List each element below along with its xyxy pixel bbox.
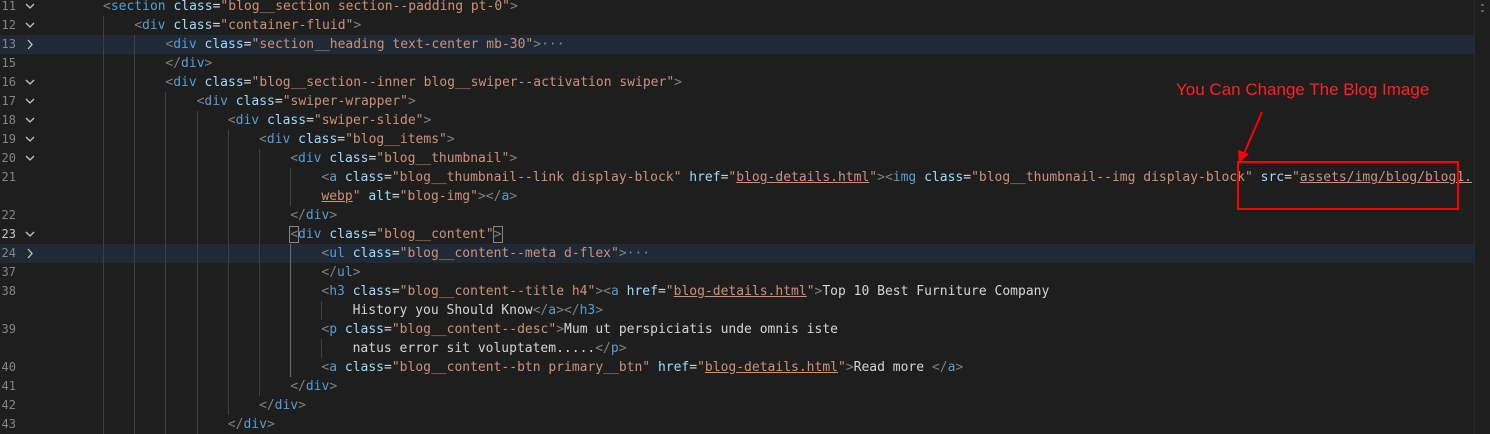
annotation-arrow-icon bbox=[1238, 111, 1263, 163]
